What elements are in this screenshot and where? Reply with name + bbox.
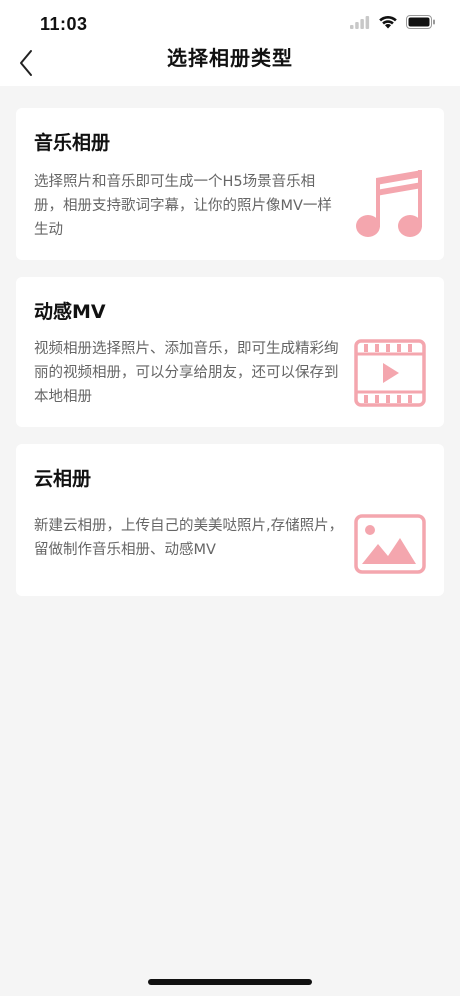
home-indicator <box>148 979 312 985</box>
status-time: 11:03 <box>40 14 88 34</box>
card-description: 选择照片和音乐即可生成一个H5场景音乐相册，相册支持歌词字幕，让你的照片像MV一… <box>34 174 332 238</box>
card-cloud-album[interactable]: 云相册 新建云相册，上传自己的美美哒照片,存储照片，留做制作音乐相册、动感MV <box>16 444 444 596</box>
wifi-icon <box>378 14 398 29</box>
card-title: 动感MV <box>34 301 106 323</box>
card-title: 云相册 <box>34 468 92 490</box>
battery-icon <box>406 14 436 29</box>
nav-bar: 选择相册类型 <box>0 44 460 86</box>
image-icon <box>354 508 426 580</box>
card-description: 新建云相册，上传自己的美美哒照片,存储照片，留做制作音乐相册、动感MV <box>34 518 344 558</box>
music-note-icon <box>354 168 426 240</box>
card-description: 视频相册选择照片、添加音乐，即可生成精彩绚丽的视频相册，可以分享给朋友，还可以保… <box>34 341 339 405</box>
card-music-album[interactable]: 音乐相册 选择照片和音乐即可生成一个H5场景音乐相册，相册支持歌词字幕，让你的照… <box>16 108 444 260</box>
status-bar: 11:03 <box>0 0 460 44</box>
page-title: 选择相册类型 <box>167 46 293 70</box>
card-dynamic-mv[interactable]: 动感MV 视频相册选择照片、添加音乐，即可生成精彩绚丽的视频相册，可以分享给朋友… <box>16 277 444 427</box>
cellular-signal-icon <box>350 15 370 29</box>
status-icons <box>350 14 436 29</box>
video-film-icon <box>354 337 426 409</box>
card-title: 音乐相册 <box>34 132 111 154</box>
